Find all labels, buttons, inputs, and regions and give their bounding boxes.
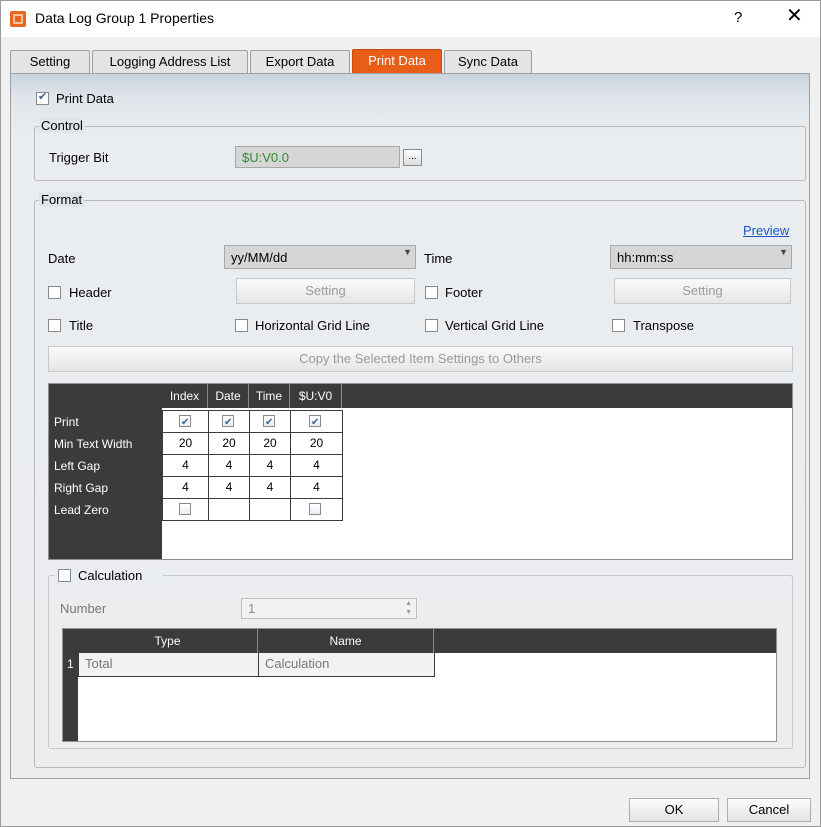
grid-row-label: Min Text Width	[54, 437, 133, 451]
cancel-button[interactable]: Cancel	[727, 798, 811, 822]
print-checkbox[interactable]	[263, 413, 275, 433]
title-bar: Data Log Group 1 Properties ? ✕	[1, 1, 820, 37]
lead-zero-checkbox[interactable]	[309, 503, 321, 515]
time-format-select[interactable]: hh:mm:ss ▼	[610, 245, 792, 269]
copy-settings-button[interactable]: Copy the Selected Item Settings to Other…	[48, 346, 793, 372]
calc-row-index: 1	[67, 657, 74, 671]
title-checkbox[interactable]	[48, 319, 61, 332]
calculation-label: Calculation	[78, 568, 143, 583]
tab-setting[interactable]: Setting	[10, 50, 90, 73]
calc-type-cell[interactable]: Total	[78, 653, 259, 677]
grid-cell[interactable]	[162, 410, 209, 433]
grid-column-header[interactable]: Time	[249, 384, 290, 408]
properties-dialog: Data Log Group 1 Properties ? ✕ Setting …	[0, 0, 821, 827]
calc-column-header-type[interactable]: Type	[78, 629, 258, 653]
lead-zero-checkbox[interactable]	[179, 503, 191, 515]
grid-column-header[interactable]: $U:V0	[290, 384, 342, 408]
number-value: 1	[248, 601, 256, 616]
trigger-bit-label: Trigger Bit	[49, 150, 109, 165]
grid-cell[interactable]	[249, 410, 291, 433]
print-data-checkbox[interactable]	[36, 90, 49, 105]
vertical-grid-line-checkbox[interactable]	[425, 319, 438, 332]
grid-cell[interactable]: 20	[249, 432, 291, 455]
grid-cell[interactable]: 20	[290, 432, 343, 455]
number-spinner[interactable]: 1 ▲ ▼	[241, 598, 417, 619]
help-button[interactable]: ?	[734, 9, 742, 26]
grid-cell[interactable]	[290, 410, 343, 433]
footer-label: Footer	[445, 285, 483, 300]
preview-link[interactable]: Preview	[743, 223, 789, 238]
chevron-down-icon: ▼	[779, 247, 788, 257]
grid-cell[interactable]	[162, 498, 209, 521]
chevron-down-icon: ▼	[403, 247, 412, 257]
grid-row-label: Right Gap	[54, 481, 109, 495]
grid-cell[interactable]	[290, 498, 343, 521]
grid-row-label: Lead Zero	[54, 503, 109, 517]
grid-cell[interactable]: 4	[290, 454, 343, 477]
spinner-arrows-icon[interactable]: ▲ ▼	[405, 599, 412, 617]
time-format-value: hh:mm:ss	[617, 250, 674, 265]
format-grid: Index Date Time $U:V0 Print Min Text Wid…	[48, 383, 793, 560]
grid-cell[interactable]: 4	[162, 454, 209, 477]
grid-cell[interactable]: 4	[208, 476, 250, 499]
grid-cell[interactable]: 4	[162, 476, 209, 499]
time-label: Time	[424, 251, 453, 266]
grid-cell[interactable]: 4	[249, 454, 291, 477]
grid-cell[interactable]: 4	[290, 476, 343, 499]
print-data-panel: Print Data Control Trigger Bit $U:V0.0 .…	[10, 73, 810, 779]
grid-row-label: Print	[54, 415, 79, 429]
calculation-table: Type Name 1 Total Calculation	[62, 628, 777, 742]
footer-checkbox[interactable]	[425, 286, 438, 299]
date-format-value: yy/MM/dd	[231, 250, 288, 265]
control-group: Control Trigger Bit $U:V0.0 ...	[34, 118, 806, 181]
grid-cell[interactable]: 4	[208, 454, 250, 477]
transpose-checkbox[interactable]	[612, 319, 625, 332]
horizontal-grid-line-label: Horizontal Grid Line	[255, 318, 370, 333]
calc-column-header-name[interactable]: Name	[258, 629, 434, 653]
tab-print-data[interactable]: Print Data	[352, 49, 442, 73]
format-group-title: Format	[39, 192, 85, 207]
grid-cell	[208, 498, 250, 521]
app-icon	[10, 11, 26, 27]
grid-cell[interactable]	[208, 410, 250, 433]
grid-row-label: Left Gap	[54, 459, 101, 473]
window-title: Data Log Group 1 Properties	[35, 10, 214, 26]
date-format-select[interactable]: yy/MM/dd ▼	[224, 245, 416, 269]
tab-logging-address-list[interactable]: Logging Address List	[92, 50, 248, 73]
print-checkbox[interactable]	[222, 413, 234, 433]
grid-cell[interactable]: 20	[208, 432, 250, 455]
number-label: Number	[60, 601, 107, 616]
control-group-title: Control	[39, 118, 85, 133]
calculation-checkbox[interactable]	[58, 569, 71, 582]
grid-cell[interactable]: 4	[249, 476, 291, 499]
tab-export-data[interactable]: Export Data	[250, 50, 350, 73]
header-setting-button[interactable]: Setting	[236, 278, 415, 304]
trigger-bit-field[interactable]: $U:V0.0	[235, 146, 400, 168]
grid-column-header[interactable]: Date	[208, 384, 249, 408]
print-checkbox[interactable]	[309, 413, 321, 433]
close-icon[interactable]: ✕	[786, 6, 803, 26]
vertical-grid-line-label: Vertical Grid Line	[445, 318, 544, 333]
calc-row-header-column	[63, 629, 78, 741]
trigger-bit-browse-button[interactable]: ...	[403, 149, 422, 166]
print-data-label: Print Data	[56, 91, 114, 106]
tab-sync-data[interactable]: Sync Data	[444, 50, 532, 73]
footer-setting-button[interactable]: Setting	[614, 278, 791, 304]
header-label: Header	[69, 285, 112, 300]
transpose-label: Transpose	[633, 318, 694, 333]
date-label: Date	[48, 251, 76, 266]
horizontal-grid-line-checkbox[interactable]	[235, 319, 248, 332]
grid-cell[interactable]: 20	[162, 432, 209, 455]
grid-cell	[249, 498, 291, 521]
grid-column-header[interactable]: Index	[162, 384, 208, 408]
print-checkbox[interactable]	[179, 413, 191, 433]
calc-name-cell[interactable]: Calculation	[258, 653, 435, 677]
ok-button[interactable]: OK	[629, 798, 719, 822]
title-label: Title	[69, 318, 94, 333]
header-checkbox[interactable]	[48, 286, 61, 299]
